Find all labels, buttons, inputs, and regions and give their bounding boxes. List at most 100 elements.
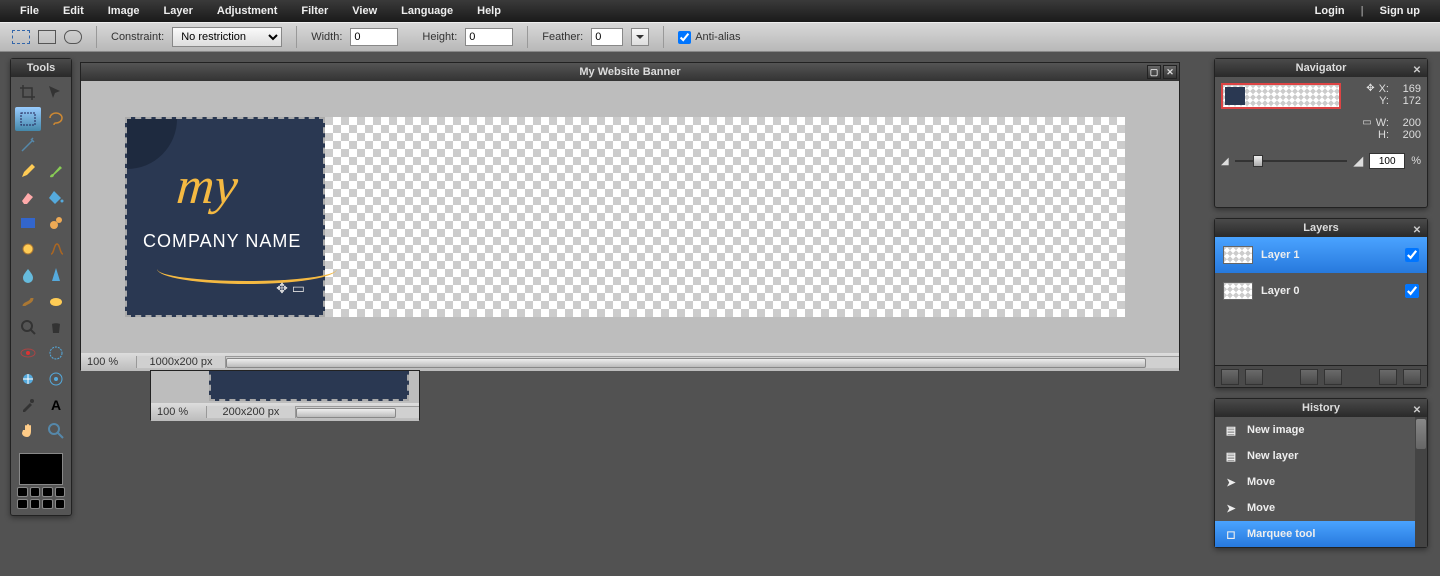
bloat-tool-icon[interactable] <box>15 367 41 391</box>
nav-h: 200 <box>1393 129 1421 141</box>
history-item[interactable]: ➤Move <box>1215 469 1415 495</box>
feather-input[interactable] <box>591 28 623 46</box>
menu-filter[interactable]: Filter <box>289 5 340 17</box>
signup-link[interactable]: Sign up <box>1368 5 1432 17</box>
clone-tool-icon[interactable] <box>43 211 69 235</box>
minimize-icon[interactable]: ▢ <box>1147 65 1161 79</box>
menu-layer[interactable]: Layer <box>152 5 205 17</box>
zoom-tool-icon[interactable] <box>43 419 69 443</box>
redeye-tool-icon[interactable] <box>15 341 41 365</box>
menu-file[interactable]: File <box>8 5 51 17</box>
logo-layer-selected[interactable]: my COMPANY NAME ✥ ▭ <box>125 117 325 317</box>
lasso-tool-icon[interactable] <box>43 107 69 131</box>
delete-layer-icon[interactable] <box>1403 369 1421 385</box>
horizontal-scrollbar[interactable] <box>226 356 1179 368</box>
feather-dropdown[interactable] <box>631 28 649 46</box>
palette-swatch[interactable] <box>30 487 41 497</box>
spot-heal-tool-icon[interactable] <box>43 341 69 365</box>
history-scrollbar[interactable] <box>1415 417 1427 547</box>
type-tool-icon[interactable]: A <box>43 393 69 417</box>
svg-text:A: A <box>51 397 61 413</box>
zoom-in-icon[interactable]: ◢ <box>1353 153 1363 169</box>
layer-row[interactable]: Layer 0 <box>1215 273 1427 309</box>
wand-tool-icon[interactable] <box>15 133 41 157</box>
menu-edit[interactable]: Edit <box>51 5 96 17</box>
history-item[interactable]: ▤New layer <box>1215 443 1415 469</box>
palette-swatch[interactable] <box>55 487 66 497</box>
sharpen-tool-icon[interactable] <box>43 263 69 287</box>
layer-visibility-checkbox[interactable] <box>1405 248 1419 262</box>
canvas-titlebar[interactable]: My Website Banner ▢ ✕ <box>81 63 1179 81</box>
horizontal-scrollbar-2[interactable] <box>296 406 419 418</box>
pinch-tool-icon[interactable] <box>43 367 69 391</box>
burn-tool-icon[interactable] <box>43 315 69 339</box>
palette-swatch[interactable] <box>30 499 41 509</box>
menu-view[interactable]: View <box>340 5 389 17</box>
palette-swatch[interactable] <box>17 487 28 497</box>
marquee-ellipse-icon[interactable] <box>64 30 82 44</box>
hand-tool-icon[interactable] <box>15 419 41 443</box>
layer-settings-icon[interactable] <box>1379 369 1397 385</box>
close-icon[interactable]: ✕ <box>1411 62 1423 74</box>
close-icon[interactable]: ✕ <box>1411 222 1423 234</box>
history-item[interactable]: ◻Marquee tool <box>1215 521 1415 547</box>
dodge-tool-icon[interactable] <box>15 315 41 339</box>
bucket-tool-icon[interactable] <box>43 185 69 209</box>
layer-name: Layer 0 <box>1261 285 1300 297</box>
history-item[interactable]: ▤New image <box>1215 417 1415 443</box>
layer-mask-icon[interactable] <box>1245 369 1263 385</box>
antialias-checkbox[interactable]: Anti-alias <box>678 31 740 44</box>
logo-my: my <box>174 157 240 216</box>
constraint-select[interactable]: No restriction <box>172 27 282 47</box>
menu-help[interactable]: Help <box>465 5 513 17</box>
tools-title: Tools <box>11 59 71 77</box>
layer-thumbnail <box>1223 246 1253 264</box>
width-input[interactable] <box>350 28 398 46</box>
sponge-tool-icon[interactable] <box>43 289 69 313</box>
move-cursor-icon: ✥ ▭ <box>276 280 305 297</box>
palette-swatch[interactable] <box>17 499 28 509</box>
menu-adjustment[interactable]: Adjustment <box>205 5 290 17</box>
foreground-color[interactable] <box>19 453 63 485</box>
move-tool-icon[interactable] <box>43 81 69 105</box>
palette-swatch[interactable] <box>55 499 66 509</box>
menu-image[interactable]: Image <box>96 5 152 17</box>
smudge-tool-icon[interactable] <box>15 289 41 313</box>
layer-up-icon[interactable] <box>1300 369 1318 385</box>
marquee-solid-icon[interactable] <box>38 30 56 44</box>
nav-zoom-input[interactable] <box>1369 153 1405 169</box>
zoom-out-icon[interactable]: ◢ <box>1221 156 1229 167</box>
palette-swatch[interactable] <box>42 487 53 497</box>
crop-tool-icon[interactable] <box>15 81 41 105</box>
close-icon[interactable]: ✕ <box>1163 65 1177 79</box>
menu-language[interactable]: Language <box>389 5 465 17</box>
blur-tool-icon[interactable] <box>15 263 41 287</box>
nav-y: 172 <box>1393 95 1421 107</box>
eraser-tool-icon[interactable] <box>15 185 41 209</box>
pencil-tool-icon[interactable] <box>15 159 41 183</box>
logo-swoosh <box>157 254 337 284</box>
canvas-area-2[interactable] <box>151 371 419 403</box>
close-icon[interactable]: ✕ <box>1411 402 1423 414</box>
zoom-slider[interactable] <box>1235 160 1348 162</box>
color-replace-tool-icon[interactable] <box>15 237 41 261</box>
brush-tool-icon[interactable] <box>43 159 69 183</box>
marquee-tool-icon[interactable] <box>15 107 41 131</box>
palette-swatch[interactable] <box>42 499 53 509</box>
marquee-rect-icon[interactable] <box>12 30 30 44</box>
drawing-tool-icon[interactable] <box>43 237 69 261</box>
width-label: Width: <box>311 31 342 43</box>
new-layer-icon[interactable] <box>1221 369 1239 385</box>
canvas-area[interactable]: my COMPANY NAME ✥ ▭ <box>81 81 1179 353</box>
canvas-dimensions: 1000x200 px <box>136 356 226 368</box>
layer-row[interactable]: Layer 1 <box>1215 237 1427 273</box>
height-input[interactable] <box>465 28 513 46</box>
login-link[interactable]: Login <box>1303 5 1357 17</box>
gradient-tool-icon[interactable] <box>15 211 41 235</box>
layer-visibility-checkbox[interactable] <box>1405 284 1419 298</box>
layer-down-icon[interactable] <box>1324 369 1342 385</box>
navigator-thumbnail[interactable] <box>1221 83 1341 109</box>
eyedropper-tool-icon[interactable] <box>15 393 41 417</box>
color-swatches <box>11 447 71 515</box>
history-item[interactable]: ➤Move <box>1215 495 1415 521</box>
